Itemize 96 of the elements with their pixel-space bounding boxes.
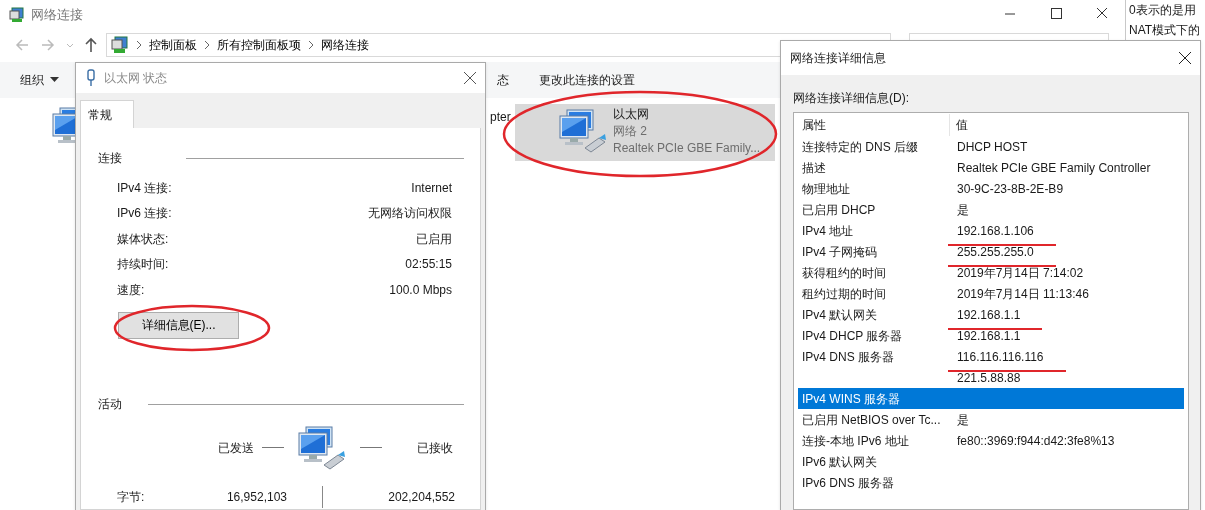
property-cell: 已启用 DHCP (802, 202, 876, 217)
network-folder-icon (9, 7, 25, 23)
value-cell-text: 是 (957, 411, 969, 429)
breadcrumb-item[interactable]: 所有控制面板项 (217, 36, 301, 54)
field-label: 媒体状态: (117, 230, 169, 248)
field-value: 100.0 Mbps (389, 281, 452, 299)
network-folder-icon (111, 36, 129, 54)
close-button[interactable] (463, 71, 477, 85)
list-row[interactable]: IPv6 DNS 服务器 (798, 472, 1184, 493)
dialog-title: 以太网 状态 (104, 70, 168, 87)
toolbar-button[interactable]: 更改此连接的设置 (539, 71, 635, 89)
tab[interactable]: 常规 (80, 100, 134, 128)
details-button[interactable]: 详细信息(E)... (118, 311, 239, 339)
details-list[interactable] (793, 112, 1189, 510)
chevron-icon (307, 40, 315, 50)
list-row[interactable]: IPv4 DNS 服务器 116.116.116.116 (798, 346, 1184, 367)
field-value: 202,204,552 (387, 488, 455, 506)
adapter-name: 以太网 (613, 106, 650, 123)
property-cell: IPv4 子网掩码 (802, 244, 878, 259)
value-cell-text: DHCP HOST (957, 138, 1028, 156)
property-cell: IPv4 WINS 服务器 (802, 391, 900, 406)
field-label: 字节: (117, 488, 146, 506)
property-cell: 连接-本地 IPv6 地址 (802, 433, 909, 448)
list-row[interactable]: 描述 Realtek PCIe GBE Family Controller (798, 157, 1184, 178)
property-cell: IPv6 DNS 服务器 (802, 475, 894, 490)
adapter-label: pter (490, 109, 511, 126)
value-cell-text: 2019年7月14日 7:14:02 (957, 264, 1084, 282)
field-value: 02:55:15 (405, 256, 452, 274)
list-row[interactable]: IPv4 WINS 服务器 (798, 388, 1184, 409)
value-cell-text: 192.168.1.1 (957, 327, 1021, 345)
list-row[interactable]: 连接-本地 IPv6 地址 fe80::3969:f944:d42:3fe8%13 (798, 430, 1184, 451)
property-cell: IPv6 默认网关 (802, 454, 878, 469)
list-row[interactable]: IPv4 地址 192.168.1.106 (798, 220, 1184, 241)
property-cell: 租约过期的时间 (802, 286, 886, 301)
received-label: 已接收 (417, 439, 453, 457)
field-label: 速度: (117, 281, 145, 299)
list-row[interactable]: 已启用 DHCP 是 (798, 199, 1184, 220)
property-cell: 描述 (802, 160, 826, 175)
field-value: 无网络访问权限 (368, 205, 452, 223)
network-computers-icon (298, 424, 346, 471)
field-label: IPv6 连接: (117, 205, 172, 223)
field-value: 16,952,103 (225, 488, 287, 506)
value-cell-text: 192.168.1.1 (957, 306, 1021, 324)
dropdown-icon (50, 77, 59, 83)
toolbar-button[interactable]: 组织 (20, 71, 59, 89)
breadcrumb-item[interactable]: 网络连接 (321, 36, 369, 54)
field-value: Internet (411, 179, 452, 197)
value-cell-text: Realtek PCIe GBE Family Controller (957, 159, 1151, 177)
value-cell-text: fe80::3969:f944:d42:3fe8%13 (957, 432, 1115, 450)
ethernet-icon (86, 69, 96, 87)
section-heading: 活动 (98, 395, 122, 413)
value-cell-text: 255.255.255.0 (957, 243, 1034, 261)
value-cell-text: 2019年7月14日 11:13:46 (957, 285, 1089, 303)
list-row[interactable]: 租约过期的时间 2019年7月14日 11:13:46 (798, 283, 1184, 304)
property-cell: IPv4 DHCP 服务器 (802, 328, 903, 343)
value-cell-text: 30-9C-23-8B-2E-B9 (957, 180, 1064, 198)
field-label: 持续时间: (117, 256, 169, 274)
list-row[interactable]: IPv4 子网掩码 255.255.255.0 (798, 241, 1184, 262)
property-cell: 物理地址 (802, 181, 850, 196)
column-header[interactable]: 属性 (798, 114, 950, 136)
field-label: IPv4 连接: (117, 179, 172, 197)
network-adapter-icon (559, 108, 607, 154)
window-title: 网络连接 (31, 6, 83, 25)
field-value: 已启用 (416, 230, 452, 248)
list-row[interactable]: 获得租约的时间 2019年7月14日 7:14:02 (798, 262, 1184, 283)
value-cell-text: 是 (957, 201, 969, 219)
property-cell: 获得租约的时间 (802, 265, 886, 280)
property-cell: 连接特定的 DNS 后缀 (802, 139, 918, 154)
list-row[interactable]: 物理地址 30-9C-23-8B-2E-B9 (798, 178, 1184, 199)
list-label: 网络连接详细信息(D): (793, 90, 909, 107)
toolbar-button[interactable]: 态 (497, 71, 509, 89)
property-cell: IPv4 默认网关 (802, 307, 878, 322)
document-text: 0表示的是用 (1129, 2, 1197, 18)
section-heading: 连接 (98, 150, 122, 167)
adapter-item[interactable]: 以太网 网络 2 Realtek PCIe GBE Family... (515, 104, 775, 161)
list-row[interactable]: 连接特定的 DNS 后缀 DHCP HOST (798, 136, 1184, 157)
value-cell-text: 192.168.1.106 (957, 222, 1034, 240)
list-row[interactable]: 已启用 NetBIOS over Tc... 是 (798, 409, 1184, 430)
value-cell-text: 221.5.88.88 (957, 369, 1021, 387)
value-cell-text: 116.116.116.116 (957, 348, 1044, 366)
sent-label: 已发送 (218, 439, 254, 457)
list-row[interactable]: 221.5.88.88 (798, 367, 1184, 388)
list-row[interactable]: IPv4 默认网关 192.168.1.1 (798, 304, 1184, 325)
close-button[interactable] (1178, 51, 1192, 65)
column-header[interactable]: 值 (950, 116, 968, 134)
adapter-network: 网络 2 (613, 123, 648, 140)
property-cell: 已启用 NetBIOS over Tc... (802, 412, 941, 427)
breadcrumb-item[interactable]: 控制面板 (149, 36, 197, 54)
chevron-icon (135, 40, 143, 50)
adapter-device: Realtek PCIe GBE Family... (613, 140, 761, 157)
document-text: NAT模式下的 (1129, 22, 1201, 38)
list-row[interactable]: IPv6 默认网关 (798, 451, 1184, 472)
property-cell: IPv4 地址 (802, 223, 854, 238)
list-row[interactable]: IPv4 DHCP 服务器 192.168.1.1 (798, 325, 1184, 346)
chevron-icon (203, 40, 211, 50)
property-cell: IPv4 DNS 服务器 (802, 349, 894, 364)
